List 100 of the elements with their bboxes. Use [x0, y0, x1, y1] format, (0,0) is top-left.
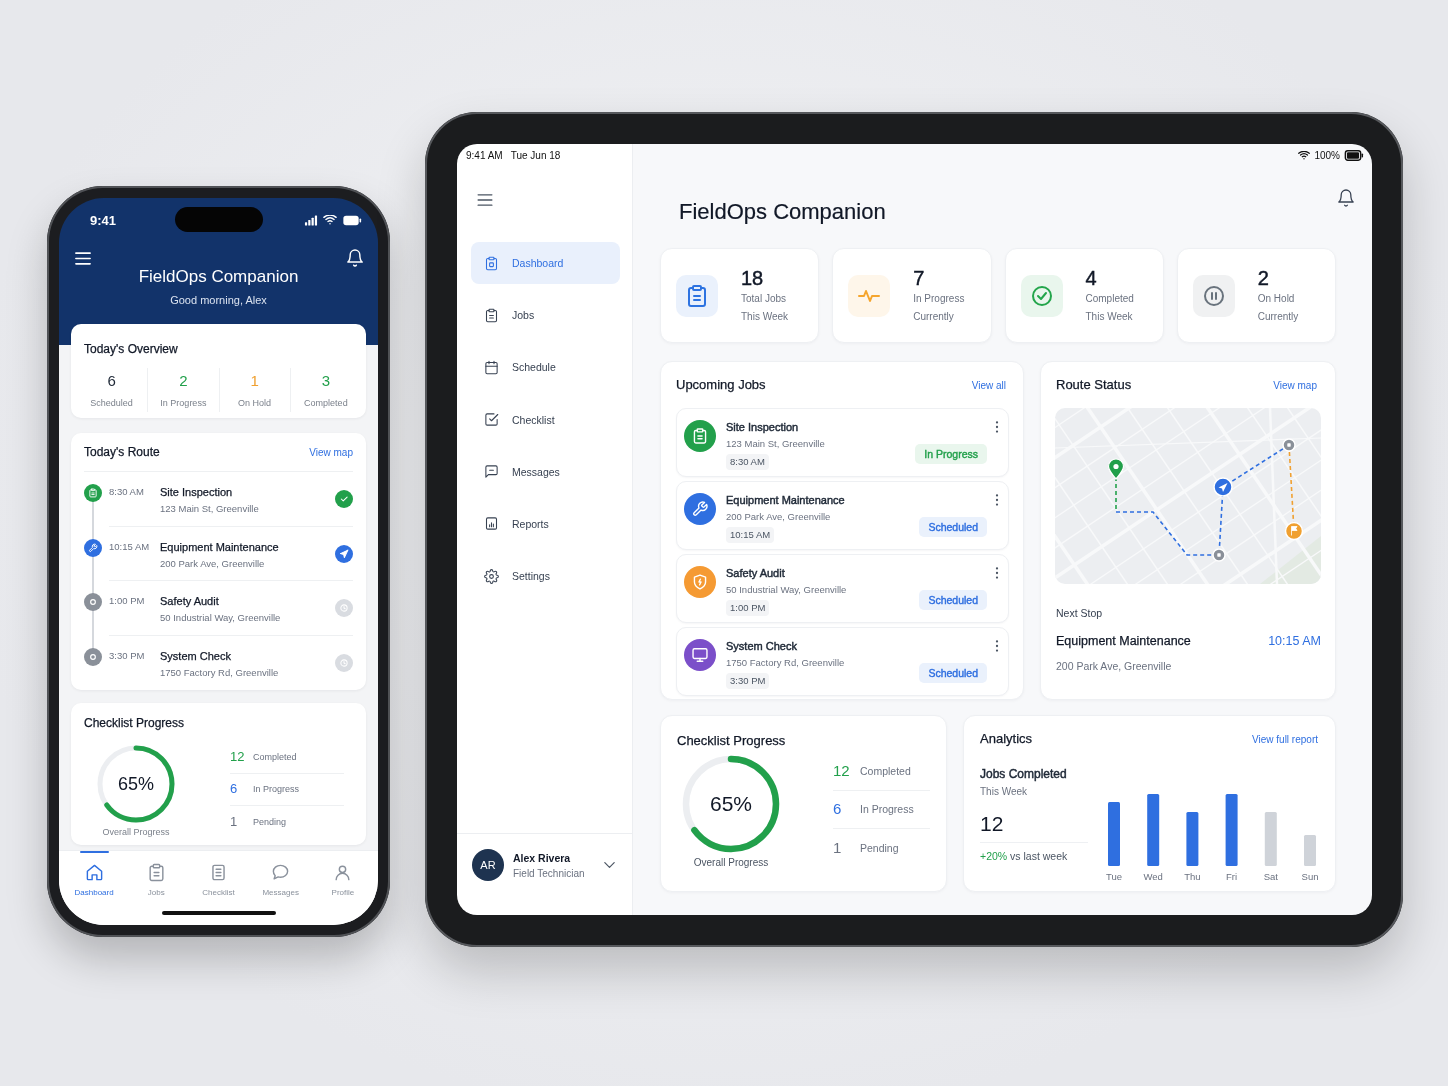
more-options-icon[interactable] [995, 567, 999, 579]
tab-bar-item[interactable]: Dashboard [63, 851, 126, 898]
view-report-link[interactable]: View full report [1252, 733, 1318, 745]
check-circle-icon [335, 490, 353, 508]
progress-percent: 65% [118, 773, 154, 795]
count-label: Completed [860, 763, 911, 778]
battery-percent: 100% [1314, 149, 1340, 161]
view-map-link[interactable]: View map [309, 446, 353, 458]
job-card[interactable]: Site Inspection 123 Main St, Greenville 8:30 AM In Progress [676, 408, 1009, 477]
count-value: 6 [230, 781, 239, 798]
axis-label: Wed [1143, 871, 1163, 882]
clipboard-icon [84, 484, 102, 502]
clock-icon [335, 599, 353, 617]
count-label: Pending [860, 841, 899, 856]
stat-label: On Hold [238, 397, 272, 409]
more-options-icon[interactable] [995, 640, 999, 652]
status-badge: Scheduled [919, 590, 987, 610]
stat-value: 18 [741, 265, 764, 290]
notification-bell-icon[interactable] [1338, 189, 1354, 207]
sidebar-item[interactable]: Settings [471, 555, 620, 598]
sidebar-item[interactable]: Jobs [471, 294, 620, 337]
job-address: 123 Main St, Greenville [726, 437, 825, 451]
navigation-icon[interactable] [1213, 477, 1233, 497]
stop-time: 3:30 PM [109, 649, 146, 662]
pending-dot-icon [84, 593, 102, 611]
greeting-text: Good morning, Alex [169, 293, 268, 307]
stop-marker-icon[interactable] [1212, 548, 1226, 562]
chart-bar [1186, 812, 1199, 866]
chart-bar [1147, 794, 1160, 866]
battery-icon [342, 214, 362, 226]
user-role: Field Technician [513, 867, 585, 881]
stat-value: 4 [1085, 265, 1097, 290]
count-value: 1 [230, 814, 239, 831]
stat-label: Total Jobs [741, 291, 787, 306]
document-icon [209, 863, 228, 882]
pending-dot-icon [84, 647, 102, 666]
status-badge: Scheduled [919, 517, 987, 537]
stat-period: This Week [741, 309, 789, 324]
stat-label: On Hold [1257, 291, 1295, 306]
sidebar-item[interactable]: Schedule [471, 346, 620, 389]
job-address: 50 Industrial Way, Greenville [726, 583, 847, 597]
stat-value: 1 [250, 372, 259, 390]
sidebar-item[interactable]: Dashboard [471, 242, 620, 284]
stop-address: 200 Park Ave, Greenville [160, 556, 265, 570]
status-time: 9:41 [90, 212, 117, 228]
stat-value: 2 [179, 372, 188, 390]
chart-bar [1108, 801, 1120, 866]
count-value: 6 [833, 800, 843, 819]
status-badge: In Progress [915, 444, 987, 464]
job-card[interactable]: Safety Audit 50 Industrial Way, Greenville 1:00 PM Scheduled [676, 554, 1009, 623]
view-all-link[interactable]: View all [971, 379, 1006, 391]
chevron-down-icon[interactable] [604, 862, 615, 868]
location-pin-icon[interactable] [1107, 458, 1125, 480]
checkbox-icon [484, 412, 499, 428]
stat-value: 7 [913, 265, 925, 290]
card-title: Analytics [980, 731, 1033, 747]
sidebar-item[interactable]: Checklist [471, 398, 620, 441]
chart-bar [1304, 835, 1316, 866]
job-card[interactable]: System Check 1750 Factory Rd, Greenville 3:30 PM Scheduled [676, 627, 1009, 696]
card-title: Today's Overview [84, 342, 178, 356]
count-value: 12 [230, 748, 246, 765]
more-options-icon[interactable] [995, 421, 999, 433]
stop-time: 10:15 AM [109, 540, 151, 553]
sidebar-item[interactable]: Reports [471, 502, 620, 545]
page-title: FieldOps Companion [679, 198, 886, 226]
stat-period: Currently [913, 309, 954, 324]
next-stop-title: Equipment Maintenance [1056, 633, 1191, 649]
view-map-link[interactable]: View map [1273, 379, 1317, 391]
count-label: In Progress [860, 802, 914, 817]
more-options-icon[interactable] [995, 494, 999, 506]
stat-label: Scheduled [90, 397, 133, 409]
notification-bell-icon[interactable] [347, 249, 363, 267]
calendar-icon [484, 359, 499, 375]
card-title: Route Status [1056, 377, 1132, 393]
axis-label: Tue [1106, 871, 1122, 882]
count-label: Completed [253, 750, 297, 763]
clipboard-icon [484, 255, 499, 271]
job-time-tag: 3:30 PM [726, 673, 770, 689]
axis-label: Thu [1184, 871, 1201, 882]
count-value: 1 [833, 839, 843, 858]
job-card[interactable]: Equipment Maintenance 200 Park Ave, Greenville 10:15 AM Scheduled [676, 481, 1009, 550]
axis-label: Sat [1263, 871, 1278, 882]
stop-title: Site Inspection [160, 485, 233, 499]
sidebar-item[interactable]: Messages [471, 450, 620, 493]
app-title: FieldOps Companion [137, 266, 300, 288]
trend-text: +20% vs last week [980, 849, 1068, 863]
status-time: 9:41 AM [466, 149, 503, 161]
stat-value: 6 [107, 372, 116, 390]
stat-label: In Progress [160, 397, 207, 409]
job-time-tag: 8:30 AM [726, 454, 769, 470]
next-stop-label: Next Stop [1055, 606, 1103, 620]
axis-label: Sun [1301, 871, 1318, 882]
chat-bubble-icon [271, 863, 291, 882]
next-stop-address: 200 Park Ave, Greenville [1055, 659, 1172, 673]
stat-label: Completed [1085, 291, 1134, 306]
card-title: Checklist Progress [677, 733, 786, 749]
stop-time: 1:00 PM [109, 595, 146, 607]
signal-icon [304, 214, 318, 226]
axis-label: Fri [1226, 871, 1238, 882]
job-title: Site Inspection [726, 420, 799, 434]
